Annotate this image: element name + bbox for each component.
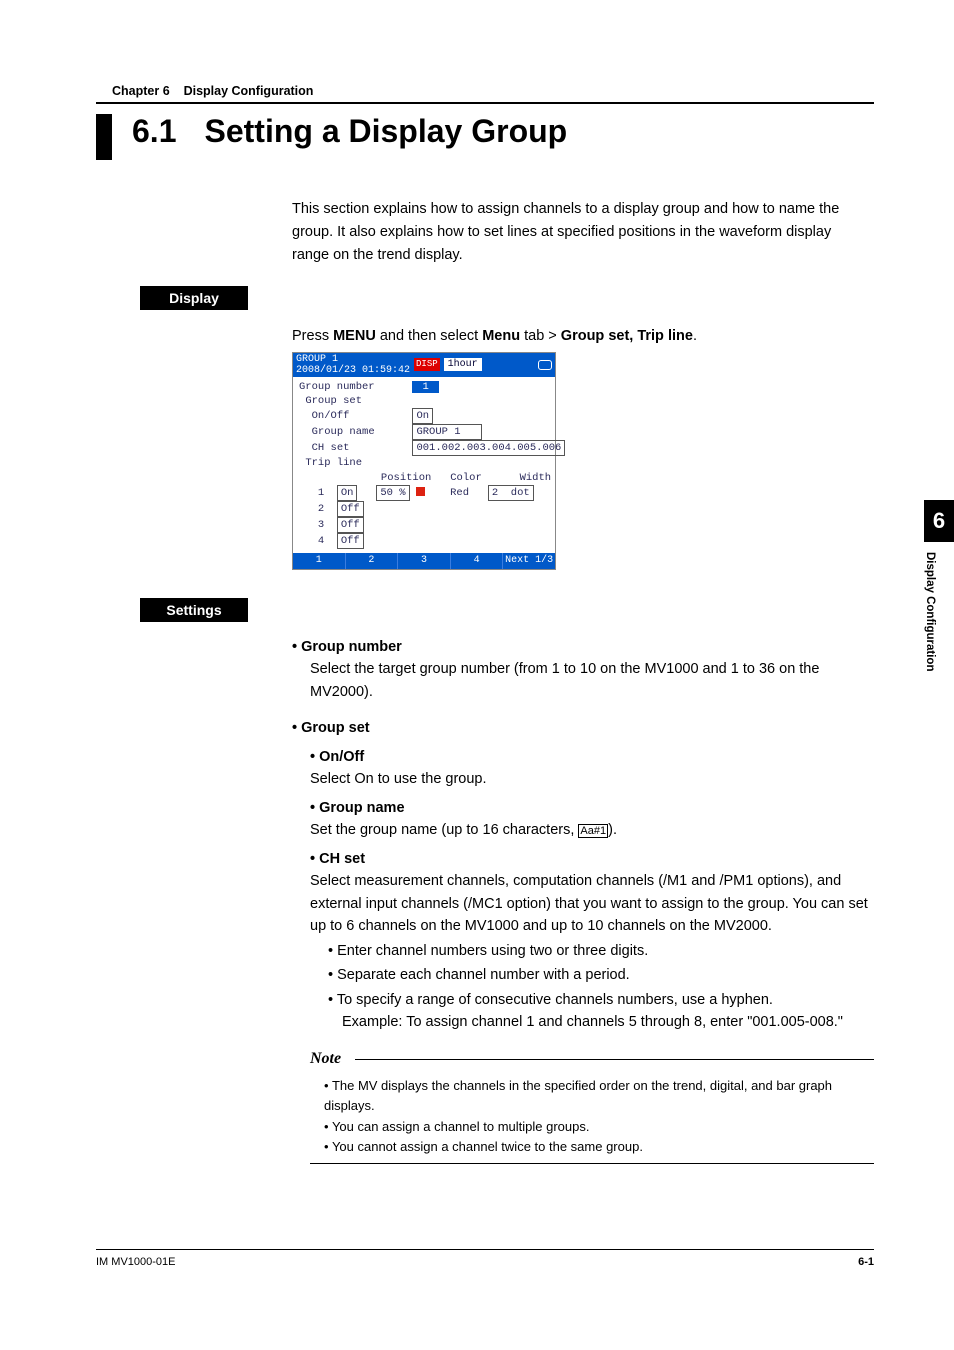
list-item: Separate each channel number with a peri… bbox=[328, 964, 874, 986]
val-group-number: 1 bbox=[412, 381, 438, 393]
section-title: Setting a Display Group bbox=[204, 114, 567, 149]
shot-titlebar: GROUP 1 2008/01/23 01:59:42 DISP 1hour bbox=[293, 353, 555, 377]
text: To specify a range of consecutive channe… bbox=[337, 992, 773, 1008]
note-bottom-rule bbox=[310, 1163, 874, 1164]
chapter-title: Display Configuration bbox=[184, 84, 314, 98]
item-onoff: On/Off Select On to use the group. bbox=[310, 746, 874, 791]
heading-group-number: Group number bbox=[292, 639, 402, 655]
trip-row-num: 3 bbox=[318, 519, 324, 531]
embedded-screenshot: GROUP 1 2008/01/23 01:59:42 DISP 1hour G… bbox=[292, 352, 556, 570]
instr-menu: MENU bbox=[333, 328, 376, 344]
val-onoff: On bbox=[412, 408, 433, 424]
lbl-group-set: Group set bbox=[305, 395, 362, 407]
note-item: You cannot assign a channel twice to the… bbox=[324, 1137, 874, 1157]
chapter-label: Chapter 6 bbox=[112, 84, 170, 98]
item-group-set: Group set On/Off Select On to use the gr… bbox=[292, 717, 874, 1163]
running-header: Chapter 6 Display Configuration bbox=[96, 84, 874, 98]
display-label: Display bbox=[140, 286, 248, 310]
lbl-group-number: Group number bbox=[299, 381, 375, 393]
note-block: Note The MV displays the channels in the… bbox=[310, 1047, 874, 1163]
trip-row-num: 4 bbox=[318, 535, 324, 547]
side-tab: 6 Display Configuration bbox=[924, 500, 954, 671]
instr-text: tab > bbox=[520, 328, 561, 344]
softkey: 2 bbox=[346, 553, 399, 569]
footer-page-number: 6-1 bbox=[858, 1256, 874, 1268]
body-group-name: Set the group name (up to 16 characters,… bbox=[310, 819, 874, 841]
text: ). bbox=[608, 822, 617, 838]
val-chset: 001.002.003.004.005.006 bbox=[412, 440, 565, 456]
note-title: Note bbox=[310, 1047, 349, 1072]
lbl-tripline: Trip line bbox=[305, 457, 362, 469]
softkey: 4 bbox=[451, 553, 504, 569]
note-list: The MV displays the channels in the spec… bbox=[324, 1076, 874, 1157]
heading-group-set: Group set bbox=[292, 720, 370, 736]
text: Set the group name (up to 16 characters, bbox=[310, 822, 578, 838]
instr-text: Press bbox=[292, 328, 333, 344]
shot-softkeys: 1 2 3 4 Next 1/3 bbox=[293, 553, 555, 569]
shot-body: Group number 1 Group set On/Off On Group… bbox=[293, 377, 555, 554]
shot-title: GROUP 1 bbox=[296, 354, 410, 365]
side-tab-number: 6 bbox=[924, 500, 954, 542]
settings-content: Group number Select the target group num… bbox=[292, 636, 874, 1164]
list-item: To specify a range of consecutive channe… bbox=[328, 989, 874, 1034]
softkey: 3 bbox=[398, 553, 451, 569]
softkey: 1 bbox=[293, 553, 346, 569]
softkey-next: Next 1/3 bbox=[503, 553, 555, 569]
trip-row-color: Red bbox=[450, 487, 469, 499]
trip-row-num: 1 bbox=[318, 487, 324, 499]
val-gname: GROUP 1 bbox=[412, 424, 482, 440]
lbl-chset: CH set bbox=[312, 442, 350, 454]
item-group-number: Group number Select the target group num… bbox=[292, 636, 874, 703]
note-rule-line bbox=[355, 1059, 874, 1060]
trip-row-pos: 50 % bbox=[376, 485, 409, 501]
body-group-number: Select the target group number (from 1 t… bbox=[310, 658, 874, 703]
page-footer: IM MV1000-01E 6-1 bbox=[96, 1256, 874, 1268]
hdr-width: Width bbox=[520, 472, 552, 484]
lbl-onoff: On/Off bbox=[312, 410, 350, 422]
instr-target: Group set, Trip line bbox=[561, 328, 693, 344]
footer-rule bbox=[96, 1249, 874, 1250]
hdr-position: Position bbox=[381, 472, 431, 484]
header-rule bbox=[96, 102, 874, 104]
body-onoff: Select On to use the group. bbox=[310, 768, 874, 790]
note-item: The MV displays the channels in the spec… bbox=[324, 1076, 874, 1116]
lbl-gname: Group name bbox=[312, 426, 375, 438]
note-item: You can assign a channel to multiple gro… bbox=[324, 1117, 874, 1137]
color-swatch bbox=[416, 487, 425, 496]
camera-icon bbox=[538, 360, 552, 370]
heading-onoff: On/Off bbox=[310, 749, 364, 765]
ch-set-list: Enter channel numbers using two or three… bbox=[328, 940, 874, 1034]
list-item: Enter channel numbers using two or three… bbox=[328, 940, 874, 962]
footer-doc-id: IM MV1000-01E bbox=[96, 1256, 175, 1268]
hdr-color: Color bbox=[450, 472, 482, 484]
instr-menu-tab: Menu bbox=[482, 328, 520, 344]
trip-row-onoff: Off bbox=[337, 533, 364, 549]
settings-label: Settings bbox=[140, 598, 248, 622]
heading-ch-set: CH set bbox=[310, 851, 365, 867]
intro-paragraph: This section explains how to assign chan… bbox=[292, 198, 852, 268]
section-title-row: 6.1 Setting a Display Group bbox=[96, 114, 874, 160]
body-ch-set: Select measurement channels, computation… bbox=[310, 870, 874, 937]
shot-timestamp: 2008/01/23 01:59:42 bbox=[296, 365, 410, 376]
instr-text: and then select bbox=[376, 328, 482, 344]
item-ch-set: CH set Select measurement channels, comp… bbox=[310, 848, 874, 1034]
instr-text: . bbox=[693, 328, 697, 344]
heading-group-name: Group name bbox=[310, 800, 405, 816]
trip-row-num: 2 bbox=[318, 503, 324, 515]
title-tab-block bbox=[96, 114, 112, 160]
trip-row-onoff: Off bbox=[337, 517, 364, 533]
text: Example: To assign channel 1 and channel… bbox=[342, 1011, 843, 1033]
section-number: 6.1 bbox=[132, 114, 176, 149]
trip-row-onoff: Off bbox=[337, 501, 364, 517]
char-mode-symbol: Aa#1 bbox=[578, 824, 608, 838]
item-group-name: Group name Set the group name (up to 16 … bbox=[310, 797, 874, 842]
time-button: 1hour bbox=[444, 358, 482, 372]
side-tab-text: Display Configuration bbox=[924, 542, 943, 671]
disp-icon: DISP bbox=[414, 358, 440, 370]
trip-row-onoff: On bbox=[337, 485, 358, 501]
display-instruction: Press MENU and then select Menu tab > Gr… bbox=[292, 328, 874, 344]
trip-row-width: 2 dot bbox=[488, 485, 534, 501]
